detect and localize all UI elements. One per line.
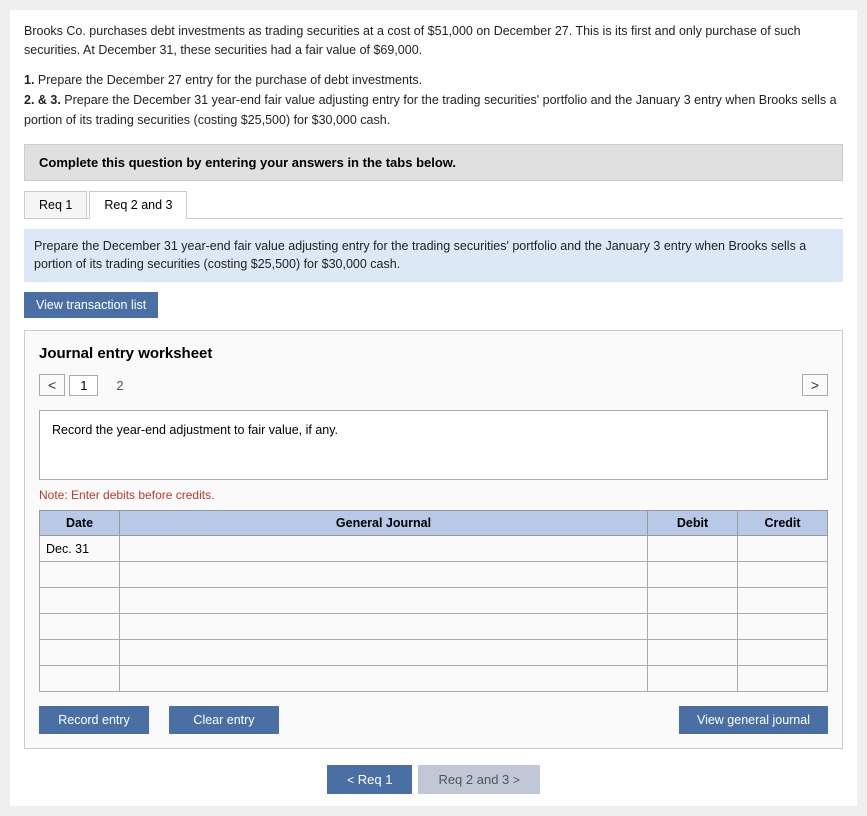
debit-cell-5[interactable] [648,666,738,692]
date-cell-5 [40,666,120,692]
credit-input-1[interactable] [738,562,827,587]
record-entry-button[interactable]: Record entry [39,706,149,734]
page-container: Brooks Co. purchases debt investments as… [10,10,857,806]
credit-cell-5[interactable] [738,666,828,692]
credit-cell-3[interactable] [738,614,828,640]
table-row [40,614,828,640]
debit-cell-1[interactable] [648,562,738,588]
debit-input-0[interactable] [648,536,737,561]
debit-cell-3[interactable] [648,614,738,640]
journal-cell-4[interactable] [120,640,648,666]
label-1: 1. [24,73,34,87]
credit-cell-0[interactable] [738,536,828,562]
journal-cell-3[interactable] [120,614,648,640]
intro-paragraph1: Brooks Co. purchases debt investments as… [24,22,843,60]
numbered-instructions: 1. Prepare the December 27 entry for the… [24,70,843,130]
view-general-journal-button[interactable]: View general journal [679,706,828,734]
label-23: 2. & 3. [24,93,61,107]
action-row: Record entry Clear entry View general jo… [39,706,828,734]
worksheet-title: Journal entry worksheet [39,345,828,362]
table-row [40,666,828,692]
journal-input-1[interactable] [120,562,647,587]
bottom-nav: < Req 1 Req 2 and 3 > [24,765,843,794]
date-cell-0: Dec. 31 [40,536,120,562]
tabs-bar: Req 1 Req 2 and 3 [24,191,843,219]
debit-cell-0[interactable] [648,536,738,562]
tab-req2and3[interactable]: Req 2 and 3 [89,191,187,219]
next-page-button[interactable]: > [802,374,828,396]
complete-banner-text: Complete this question by entering your … [39,155,456,170]
prev-chevron-icon: < [347,773,354,787]
nav-row: < 1 2 > [39,374,828,396]
credit-input-5[interactable] [738,666,827,691]
journal-input-5[interactable] [120,666,647,691]
instruction-text: Record the year-end adjustment to fair v… [52,423,338,437]
credit-cell-1[interactable] [738,562,828,588]
debit-cell-4[interactable] [648,640,738,666]
debit-input-5[interactable] [648,666,737,691]
journal-input-2[interactable] [120,588,647,613]
header-general-journal: General Journal [120,511,648,536]
date-cell-2 [40,588,120,614]
credit-input-0[interactable] [738,536,827,561]
journal-cell-2[interactable] [120,588,648,614]
clear-entry-button[interactable]: Clear entry [169,706,279,734]
credit-input-4[interactable] [738,640,827,665]
prev-page-button[interactable]: < [39,374,65,396]
tab-req1[interactable]: Req 1 [24,191,87,218]
journal-cell-1[interactable] [120,562,648,588]
page-number-1: 1 [69,375,98,396]
worksheet-container: Journal entry worksheet < 1 2 > Record t… [24,330,843,749]
table-row [40,588,828,614]
debit-input-1[interactable] [648,562,737,587]
date-cell-1 [40,562,120,588]
debit-input-4[interactable] [648,640,737,665]
journal-cell-0[interactable] [120,536,648,562]
complete-banner: Complete this question by entering your … [24,144,843,181]
journal-input-3[interactable] [120,614,647,639]
debit-input-2[interactable] [648,588,737,613]
table-row [40,640,828,666]
date-cell-4 [40,640,120,666]
credit-cell-2[interactable] [738,588,828,614]
bottom-prev-button[interactable]: < Req 1 [327,765,412,794]
bottom-next-label: Req 2 and 3 [438,772,512,787]
journal-input-0[interactable] [120,536,647,561]
instruction-box: Record the year-end adjustment to fair v… [39,410,828,480]
credit-input-3[interactable] [738,614,827,639]
bottom-next-button[interactable]: Req 2 and 3 > [418,765,539,794]
view-transaction-button[interactable]: View transaction list [24,292,158,318]
debit-input-3[interactable] [648,614,737,639]
page-number-2: 2 [106,376,133,395]
debit-cell-2[interactable] [648,588,738,614]
journal-input-4[interactable] [120,640,647,665]
table-row: Dec. 31 [40,536,828,562]
date-cell-3 [40,614,120,640]
req-description: Prepare the December 31 year-end fair va… [24,229,843,283]
note-text: Note: Enter debits before credits. [39,488,828,502]
journal-table: Date General Journal Debit Credit Dec. 3… [39,510,828,692]
credit-cell-4[interactable] [738,640,828,666]
header-credit: Credit [738,511,828,536]
header-date: Date [40,511,120,536]
header-debit: Debit [648,511,738,536]
text-1: Prepare the December 27 entry for the pu… [34,73,422,87]
journal-cell-5[interactable] [120,666,648,692]
bottom-prev-label: Req 1 [358,772,393,787]
next-chevron-icon: > [513,773,520,787]
credit-input-2[interactable] [738,588,827,613]
table-row [40,562,828,588]
text-23: Prepare the December 31 year-end fair va… [24,93,837,127]
